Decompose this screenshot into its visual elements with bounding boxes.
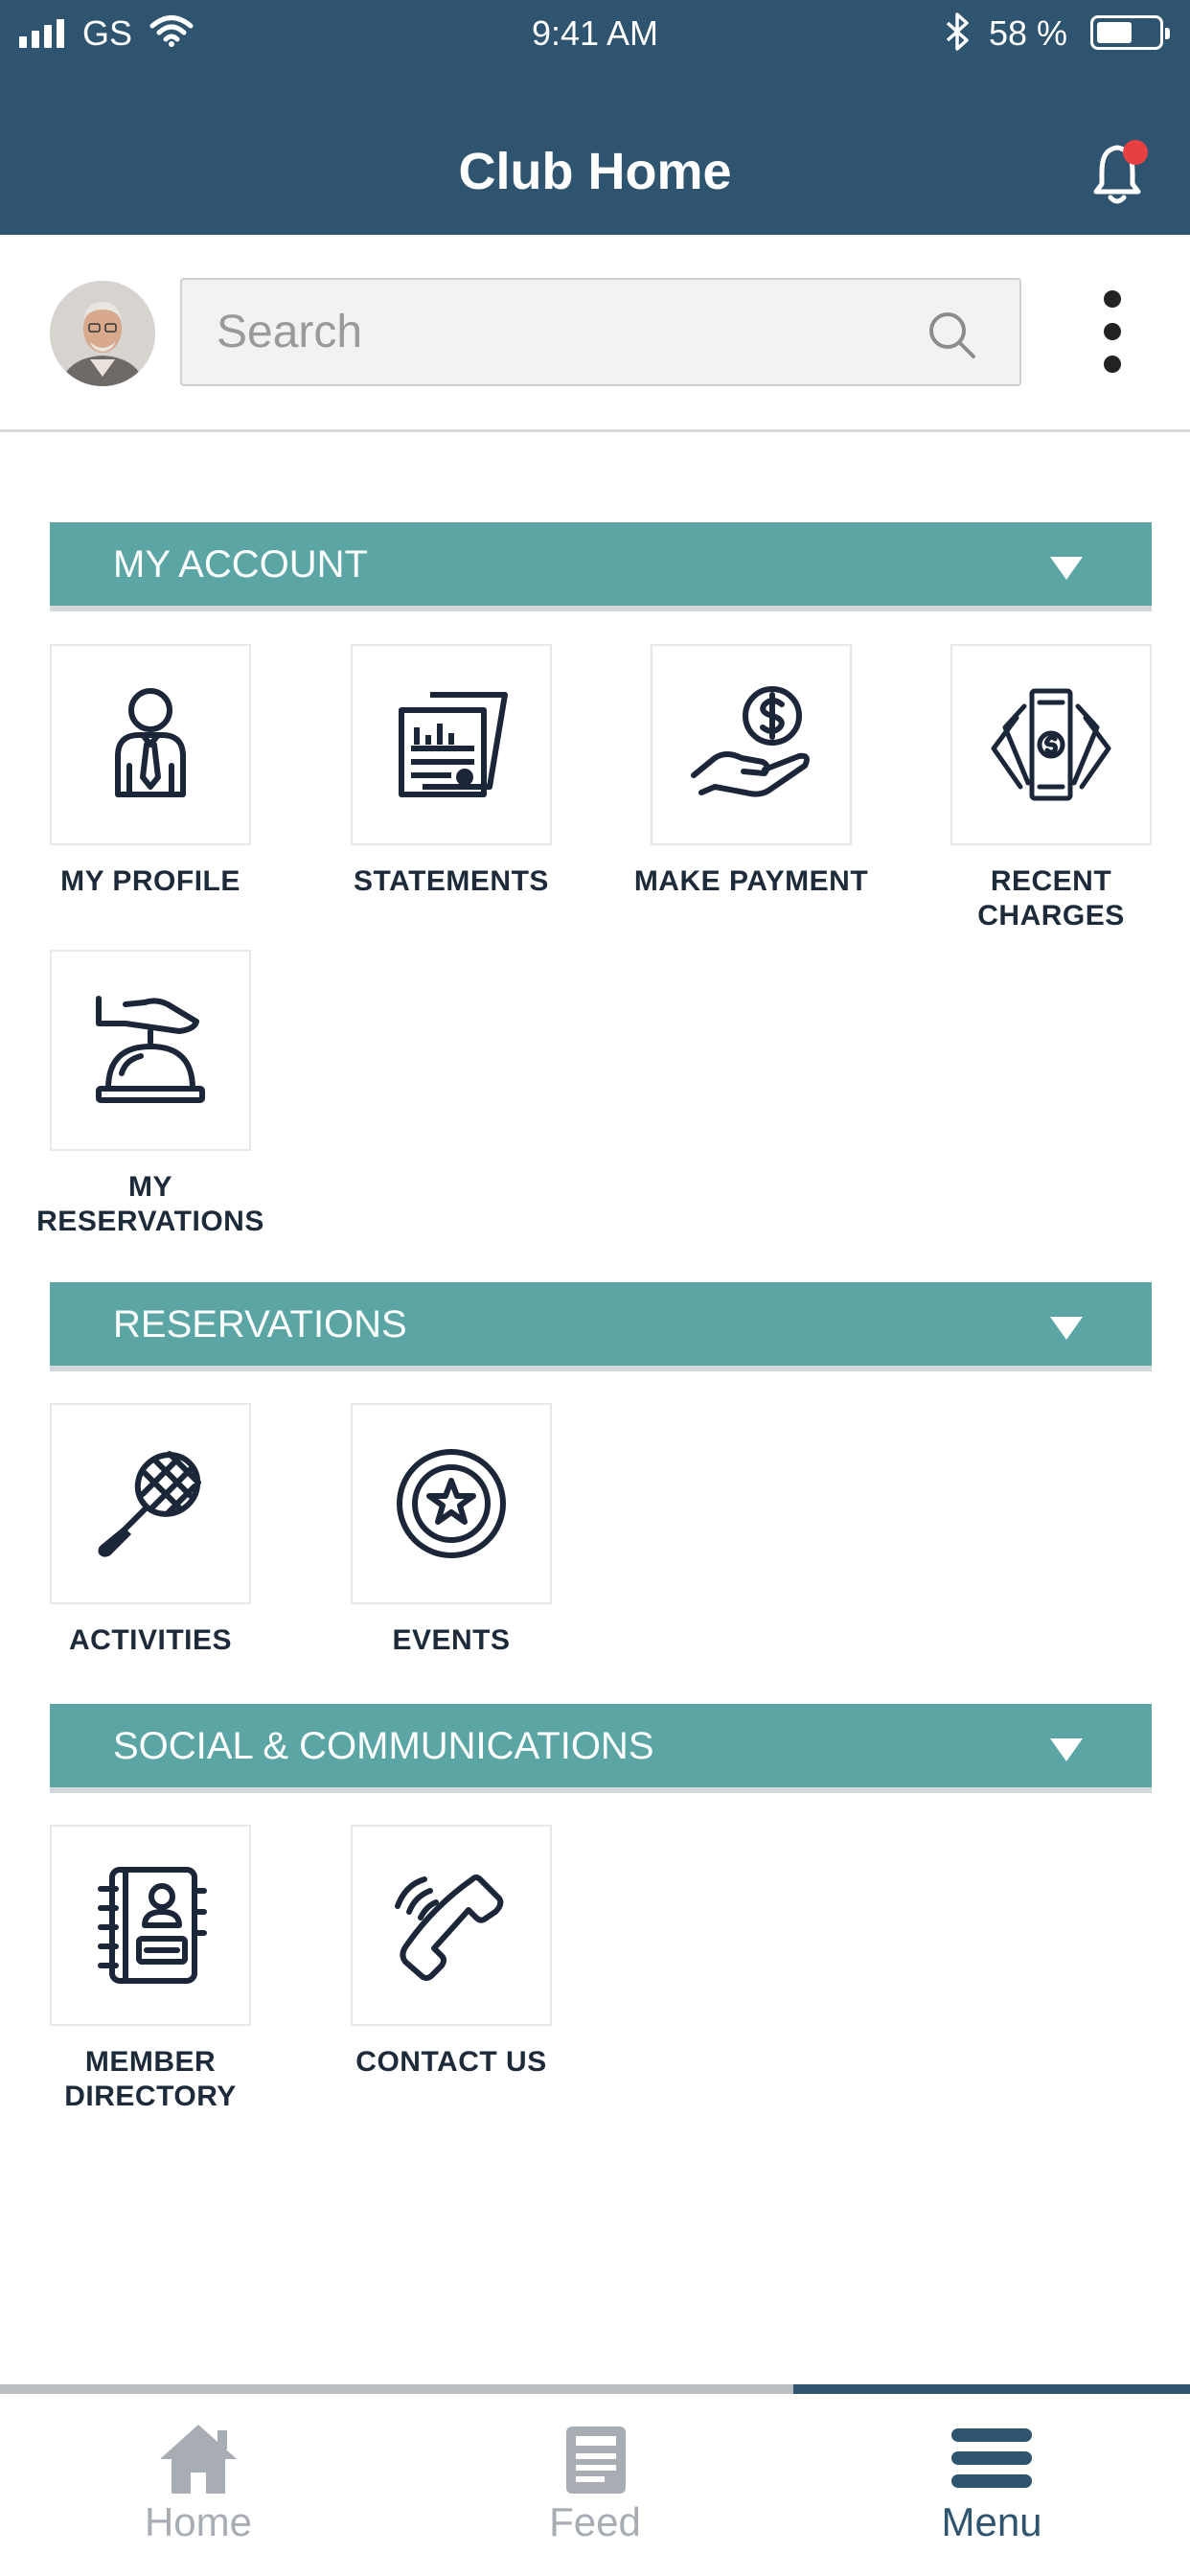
tile-label-line: CHARGES	[977, 900, 1125, 932]
tile-label: STATEMENTS	[354, 865, 549, 897]
section-reservations[interactable]: RESERVATIONS	[50, 1282, 1152, 1371]
app-header: GS 9:41 AM 58 % Club Home	[0, 0, 1190, 235]
tile-label: RECENT CHARGES	[931, 864, 1171, 933]
tab-label: Feed	[549, 2499, 641, 2544]
notifications-bell-icon[interactable]	[1090, 140, 1148, 207]
chevron-down-icon[interactable]	[1050, 1317, 1083, 1340]
service-bell-icon	[96, 996, 205, 1103]
section-social-communications[interactable]: SOCIAL & COMMUNICATIONS	[50, 1704, 1152, 1793]
tile-icon-box[interactable]	[50, 1403, 251, 1604]
tab-menu[interactable]: Menu	[793, 2394, 1190, 2576]
tile-events[interactable]: EVENTS	[332, 1403, 571, 1658]
tile-icon-box[interactable]	[351, 644, 552, 845]
club-home-screen: GS 9:41 AM 58 % Club Home Search MY ACCO…	[0, 0, 1190, 2576]
section-title: SOCIAL & COMMUNICATIONS	[113, 1725, 654, 1767]
address-book-icon	[98, 1867, 207, 1984]
tile-my-profile[interactable]: MY PROFILE	[31, 644, 270, 899]
phone-icon	[395, 1874, 504, 1981]
page-title: Club Home	[458, 143, 732, 200]
tab-label: Home	[144, 2499, 253, 2544]
tab-feed[interactable]: Feed	[397, 2394, 793, 2576]
tile-label-line: RECENT	[990, 865, 1112, 897]
avatar[interactable]	[50, 281, 155, 386]
tile-member-directory[interactable]: MEMBER DIRECTORY	[31, 1825, 270, 2114]
battery-icon	[1090, 15, 1170, 50]
tab-home[interactable]: Home	[0, 2394, 397, 2576]
star-badge-icon	[397, 1449, 506, 1558]
hand-dollar-icon	[691, 686, 810, 797]
tile-label-line: RESERVATIONS	[36, 1206, 264, 1237]
tile-icon-box[interactable]	[50, 950, 251, 1151]
search-icon[interactable]	[926, 309, 979, 362]
tile-recent-charges[interactable]: RECENT CHARGES	[931, 644, 1171, 933]
menu-icon	[951, 2428, 1032, 2488]
chevron-down-icon[interactable]	[1050, 557, 1083, 580]
battery-percent: 58 %	[989, 13, 1068, 53]
search-field[interactable]	[180, 278, 1021, 386]
tile-label-line: MEMBER	[84, 2046, 217, 2078]
search-input[interactable]	[182, 280, 1019, 384]
section-my-account[interactable]: MY ACCOUNT	[50, 522, 1152, 611]
tile-label-line: MY	[128, 1171, 172, 1203]
tile-make-payment[interactable]: MAKE PAYMENT	[631, 644, 871, 899]
tile-label: MY RESERVATIONS	[31, 1170, 270, 1239]
chevron-down-icon[interactable]	[1050, 1738, 1083, 1761]
tile-my-reservations[interactable]: MY RESERVATIONS	[31, 950, 270, 1239]
bottom-nav: Home Feed Menu	[0, 2394, 1190, 2576]
tile-label-line: DIRECTORY	[64, 2081, 237, 2112]
tab-label: Menu	[941, 2499, 1042, 2544]
tile-label: CONTACT US	[355, 2046, 547, 2078]
statements-icon	[399, 692, 508, 797]
tile-icon-box[interactable]	[50, 1825, 251, 2026]
section-title: MY ACCOUNT	[113, 543, 368, 586]
bluetooth-icon	[942, 12, 973, 60]
member-profile-icon	[115, 688, 186, 797]
home-icon	[160, 2425, 237, 2494]
tile-icon-box[interactable]	[50, 644, 251, 845]
feed-icon	[566, 2426, 626, 2494]
tile-label: ACTIVITIES	[68, 1624, 232, 1656]
tile-icon-box[interactable]	[351, 1825, 552, 2026]
tile-icon-box[interactable]	[950, 644, 1152, 845]
cash-fan-icon	[991, 688, 1111, 801]
tile-label: MAKE PAYMENT	[633, 865, 869, 897]
tile-label: MEMBER DIRECTORY	[31, 2045, 270, 2114]
tile-activities[interactable]: ACTIVITIES	[31, 1403, 270, 1658]
search-row	[0, 235, 1190, 432]
tile-statements[interactable]: STATEMENTS	[332, 644, 571, 899]
tab-indicator-active	[793, 2384, 1190, 2394]
more-options-icon[interactable]	[1098, 290, 1127, 377]
battery-level-fill	[1097, 22, 1132, 43]
notification-badge	[1123, 140, 1148, 165]
tennis-racket-icon	[98, 1451, 201, 1557]
section-title: RESERVATIONS	[113, 1303, 407, 1346]
status-bar: GS 9:41 AM 58 %	[0, 0, 1190, 67]
tile-icon-box[interactable]	[351, 1403, 552, 1604]
tab-indicator-track	[0, 2384, 1190, 2394]
tile-label: EVENTS	[392, 1624, 511, 1656]
tile-icon-box[interactable]	[651, 644, 852, 845]
tile-label: MY PROFILE	[60, 865, 240, 897]
tile-contact-us[interactable]: CONTACT US	[332, 1825, 571, 2080]
